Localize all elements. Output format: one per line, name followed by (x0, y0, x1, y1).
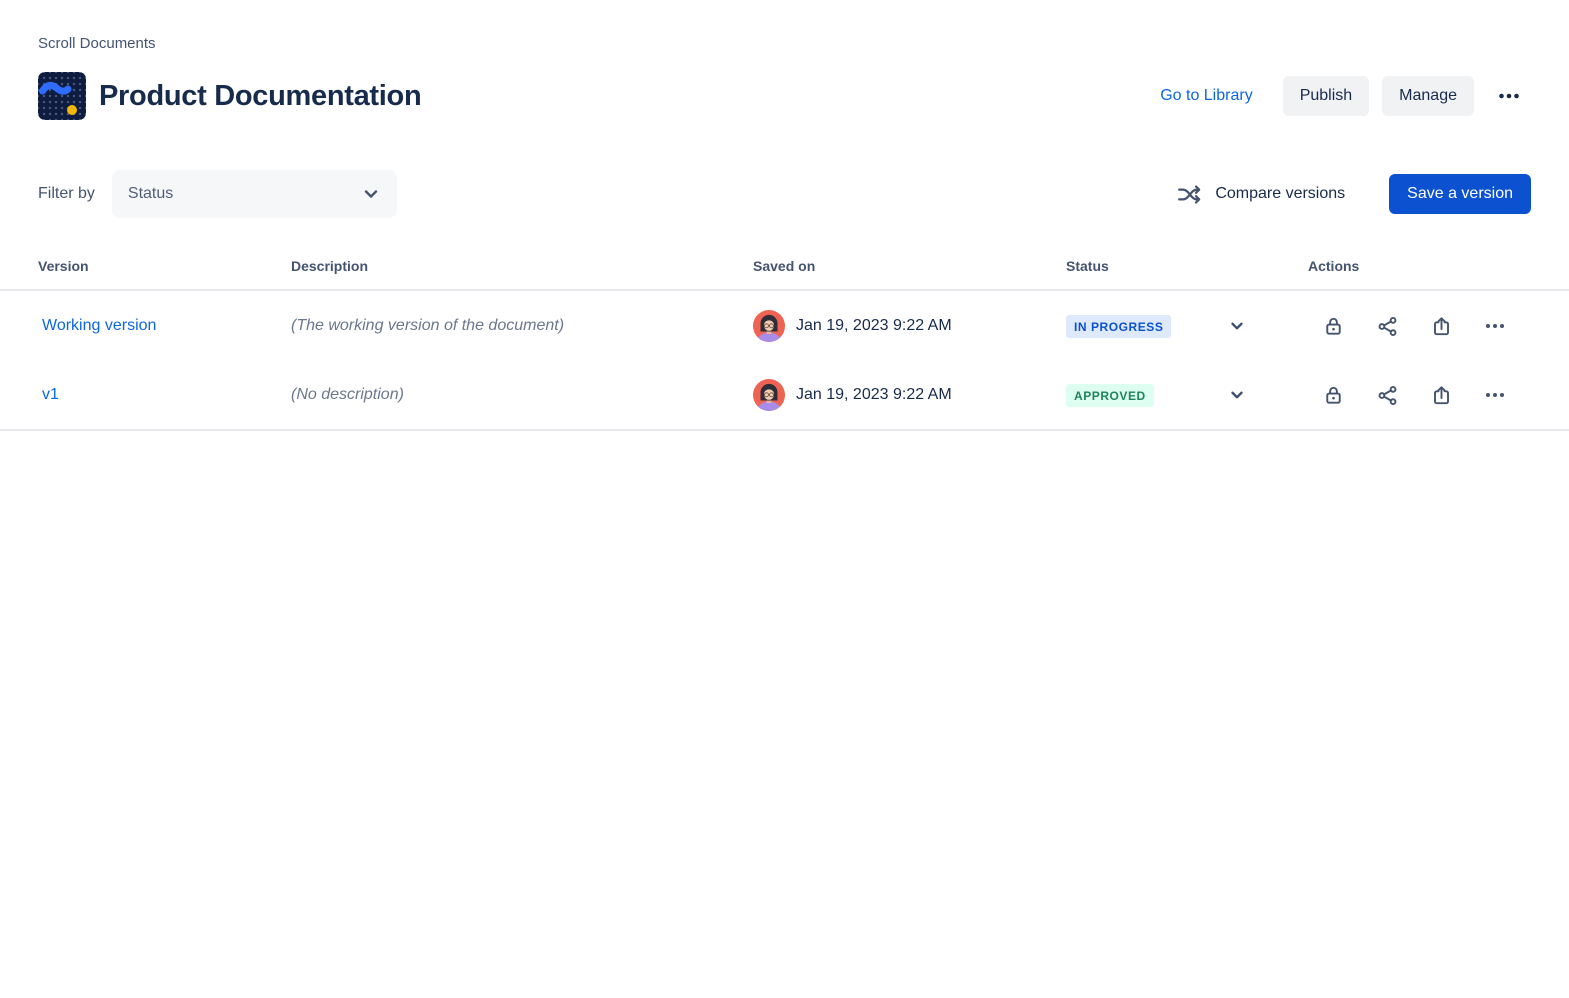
manage-button[interactable]: Manage (1382, 76, 1474, 116)
chevron-down-icon (1228, 317, 1246, 335)
page-header: Product Documentation Go to Library Publ… (38, 72, 1531, 120)
row-more-button[interactable] (1483, 314, 1507, 338)
column-header-status: Status (1066, 258, 1308, 274)
ellipsis-icon (1483, 383, 1507, 407)
breadcrumb: Scroll Documents (38, 0, 1531, 53)
column-header-version: Version (38, 258, 291, 274)
lock-icon (1322, 384, 1345, 407)
export-version-button[interactable] (1429, 314, 1453, 338)
row-more-button[interactable] (1483, 383, 1507, 407)
status-dropdown-button[interactable] (1224, 313, 1250, 339)
chevron-down-icon (1228, 386, 1246, 404)
versions-table: Version Description Saved on Status Acti… (0, 258, 1569, 431)
table-row: v1 (No description) Ja (0, 361, 1569, 431)
column-header-saved-on: Saved on (753, 258, 1066, 274)
go-to-library-link[interactable]: Go to Library (1160, 87, 1252, 105)
publish-button[interactable]: Publish (1283, 76, 1369, 116)
share-version-button[interactable] (1375, 314, 1399, 338)
lock-version-button[interactable] (1321, 383, 1345, 407)
page-title: Product Documentation (99, 80, 421, 113)
logo-dot (67, 105, 77, 115)
column-header-actions: Actions (1308, 258, 1531, 274)
toolbar: Filter by Status Compare versions Save a… (38, 170, 1531, 218)
document-logo-icon (38, 72, 86, 120)
ellipsis-icon (1483, 314, 1507, 338)
status-filter-value: Status (128, 185, 173, 203)
lock-icon (1322, 315, 1345, 338)
status-filter-select[interactable]: Status (112, 170, 397, 218)
save-a-version-button[interactable]: Save a version (1389, 174, 1531, 214)
version-description: (No description) (291, 386, 753, 404)
filter-by-label: Filter by (38, 185, 95, 203)
export-icon (1430, 384, 1453, 407)
shuffle-icon (1176, 181, 1203, 208)
status-badge: IN PROGRESS (1066, 315, 1171, 338)
user-avatar (753, 379, 785, 411)
share-icon (1376, 315, 1399, 338)
compare-versions-button[interactable]: Compare versions (1176, 181, 1345, 208)
lock-version-button[interactable] (1321, 314, 1345, 338)
version-description: (The working version of the document) (291, 317, 753, 335)
saved-on-date: Jan 19, 2023 9:22 AM (796, 317, 952, 335)
share-version-button[interactable] (1375, 383, 1399, 407)
saved-on-date: Jan 19, 2023 9:22 AM (796, 386, 952, 404)
column-header-description: Description (291, 258, 753, 274)
user-avatar (753, 310, 785, 342)
header-more-button[interactable] (1487, 76, 1531, 116)
export-icon (1430, 315, 1453, 338)
logo-wave-icon (38, 72, 86, 120)
table-header-row: Version Description Saved on Status Acti… (0, 258, 1569, 291)
compare-versions-label: Compare versions (1215, 185, 1345, 203)
version-link[interactable]: v1 (38, 386, 59, 403)
table-row: Working version (The working version of … (0, 291, 1569, 361)
version-link[interactable]: Working version (38, 317, 156, 334)
scroll-documents-page: Scroll Documents Product Documentation G… (0, 0, 1569, 998)
export-version-button[interactable] (1429, 383, 1453, 407)
ellipsis-icon (1495, 82, 1523, 110)
share-icon (1376, 384, 1399, 407)
status-badge: APPROVED (1066, 384, 1154, 407)
chevron-down-icon (361, 184, 381, 204)
status-dropdown-button[interactable] (1224, 382, 1250, 408)
